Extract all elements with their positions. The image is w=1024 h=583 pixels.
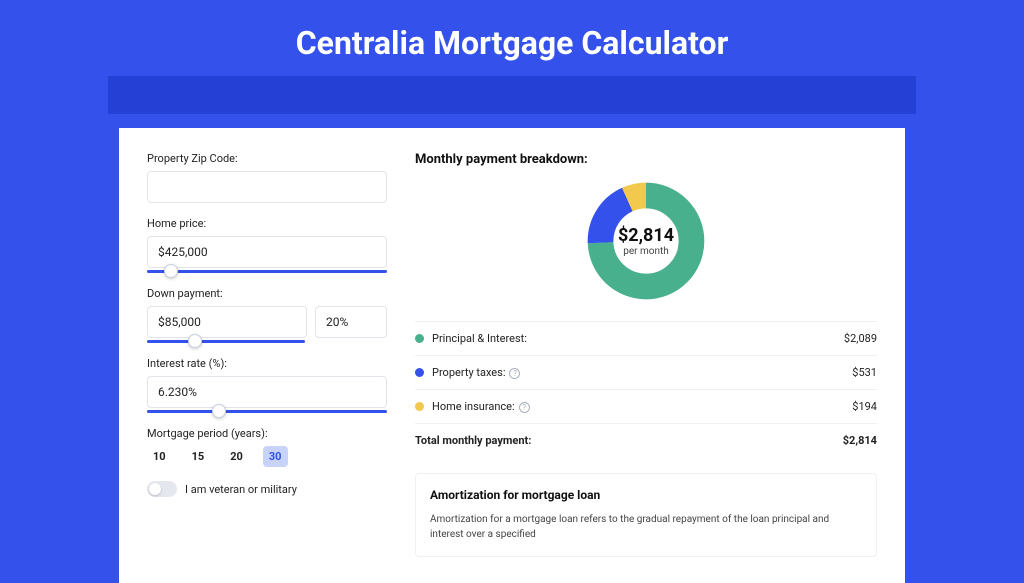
legend-dot-insurance bbox=[415, 402, 424, 411]
period-option-15[interactable]: 15 bbox=[186, 446, 211, 467]
legend-row-taxes: Property taxes:? $531 bbox=[415, 356, 877, 390]
veteran-toggle-row: I am veteran or military bbox=[147, 481, 387, 497]
legend-label-insurance-text: Home insurance: bbox=[432, 400, 515, 413]
down-payment-pct-input[interactable] bbox=[315, 306, 387, 338]
mortgage-period-group: Mortgage period (years): 10 15 20 30 bbox=[147, 427, 387, 467]
legend-label-principal: Principal & Interest: bbox=[432, 332, 844, 345]
home-price-slider-thumb[interactable] bbox=[164, 264, 178, 278]
donut-chart-wrap: $2,814 per month bbox=[415, 181, 877, 301]
legend-row-principal: Principal & Interest: $2,089 bbox=[415, 322, 877, 356]
period-option-20[interactable]: 20 bbox=[224, 446, 249, 467]
header-shadow bbox=[108, 76, 916, 114]
interest-rate-slider[interactable] bbox=[147, 410, 387, 413]
calculator-card: Property Zip Code: Home price: Down paym… bbox=[119, 128, 905, 583]
amortization-card: Amortization for mortgage loan Amortizat… bbox=[415, 473, 877, 557]
legend-label-insurance: Home insurance:? bbox=[432, 400, 852, 413]
zip-label: Property Zip Code: bbox=[147, 152, 387, 165]
period-option-30[interactable]: 30 bbox=[263, 446, 288, 467]
page-title: Centralia Mortgage Calculator bbox=[0, 0, 1024, 76]
form-panel: Property Zip Code: Home price: Down paym… bbox=[147, 152, 387, 557]
veteran-toggle-knob bbox=[149, 483, 161, 495]
down-payment-label: Down payment: bbox=[147, 287, 387, 300]
veteran-toggle[interactable] bbox=[147, 481, 177, 497]
interest-rate-group: Interest rate (%): bbox=[147, 357, 387, 413]
info-icon[interactable]: ? bbox=[519, 402, 530, 413]
home-price-label: Home price: bbox=[147, 217, 387, 230]
down-payment-amount-input[interactable] bbox=[147, 306, 307, 338]
legend-value-insurance: $194 bbox=[852, 400, 877, 413]
veteran-toggle-label: I am veteran or military bbox=[185, 483, 297, 496]
home-price-slider[interactable] bbox=[147, 270, 387, 273]
donut-center-per: per month bbox=[618, 246, 674, 257]
mortgage-period-options: 10 15 20 30 bbox=[147, 446, 387, 467]
home-price-input[interactable] bbox=[147, 236, 387, 268]
legend-value-total: $2,814 bbox=[843, 434, 877, 447]
breakdown-panel: Monthly payment breakdown: $2,814 per mo… bbox=[415, 152, 877, 557]
zip-input[interactable] bbox=[147, 171, 387, 203]
legend-dot-principal bbox=[415, 334, 424, 343]
breakdown-title: Monthly payment breakdown: bbox=[415, 152, 877, 167]
amortization-title: Amortization for mortgage loan bbox=[430, 488, 862, 502]
amortization-text: Amortization for a mortgage loan refers … bbox=[430, 512, 862, 542]
down-payment-slider-thumb[interactable] bbox=[188, 334, 202, 348]
donut-chart: $2,814 per month bbox=[586, 181, 706, 301]
legend-dot-taxes bbox=[415, 368, 424, 377]
interest-rate-input[interactable] bbox=[147, 376, 387, 408]
mortgage-period-label: Mortgage period (years): bbox=[147, 427, 387, 440]
legend-label-taxes: Property taxes:? bbox=[432, 366, 852, 379]
donut-center: $2,814 per month bbox=[618, 225, 674, 257]
legend-value-taxes: $531 bbox=[852, 366, 877, 379]
zip-group: Property Zip Code: bbox=[147, 152, 387, 203]
legend-label-total: Total monthly payment: bbox=[415, 434, 843, 447]
period-option-10[interactable]: 10 bbox=[147, 446, 172, 467]
legend-value-principal: $2,089 bbox=[844, 332, 877, 345]
down-payment-group: Down payment: bbox=[147, 287, 387, 343]
home-price-group: Home price: bbox=[147, 217, 387, 273]
legend-row-insurance: Home insurance:? $194 bbox=[415, 390, 877, 424]
legend-row-total: Total monthly payment: $2,814 bbox=[415, 424, 877, 457]
info-icon[interactable]: ? bbox=[509, 368, 520, 379]
breakdown-legend: Principal & Interest: $2,089 Property ta… bbox=[415, 321, 877, 457]
down-payment-slider[interactable] bbox=[147, 340, 305, 343]
interest-rate-slider-thumb[interactable] bbox=[212, 404, 226, 418]
donut-center-amount: $2,814 bbox=[618, 225, 674, 246]
legend-label-taxes-text: Property taxes: bbox=[432, 366, 505, 379]
interest-rate-label: Interest rate (%): bbox=[147, 357, 387, 370]
